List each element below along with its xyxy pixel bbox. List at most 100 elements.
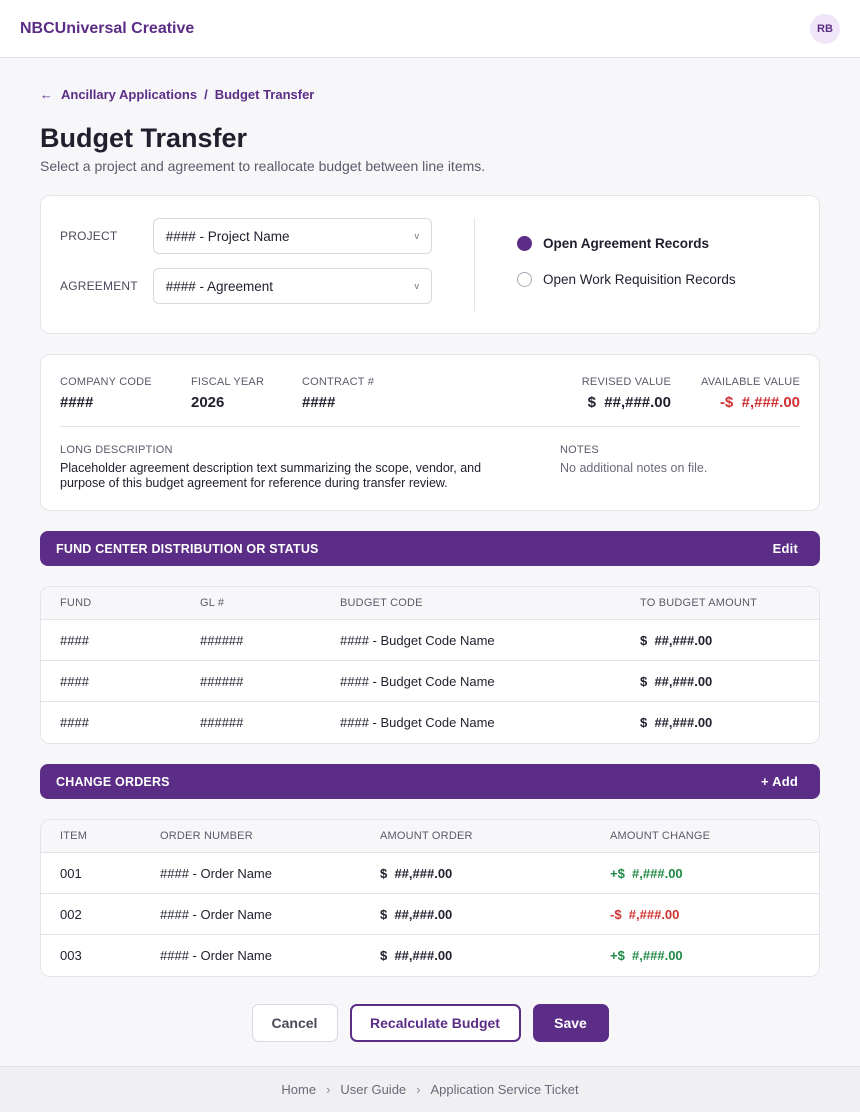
table-row[interactable]: #### ###### #### - Budget Code Name $ ##… xyxy=(41,702,819,743)
amount-change-cell: -$ #,###.00 xyxy=(610,906,680,922)
radio-unchecked-icon[interactable] xyxy=(517,271,532,287)
project-label: PROJECT xyxy=(60,229,118,243)
table-row[interactable]: 003 #### - Order Name $ ##,###.00 +$ #,#… xyxy=(41,935,819,976)
fund-cell: #### xyxy=(60,673,89,689)
top-bar: NBCUniversal Creative RB xyxy=(0,0,860,58)
amount-cell: $ ##,###.00 xyxy=(640,715,713,730)
project-select-value: #### - Project Name xyxy=(165,228,290,244)
change-orders-title: CHANGE ORDERS xyxy=(56,774,170,789)
cancel-button[interactable]: Cancel xyxy=(251,1004,338,1042)
agreement-select-value: #### - Agreement xyxy=(165,278,274,294)
breadcrumb-current: Budget Transfer xyxy=(214,86,315,102)
agreement-label: AGREEMENT xyxy=(60,279,138,293)
company-code: COMPANY CODE #### xyxy=(60,375,191,426)
table-header: FUND GL # BUDGET CODE TO BUDGET AMOUNT xyxy=(41,587,819,620)
agreement-info-card: COMPANY CODE #### FISCAL YEAR 2026 CONTR… xyxy=(40,354,820,511)
footer-breadcrumb: Home › User Guide › Application Service … xyxy=(0,1066,860,1112)
amount-order-cell: $ ##,###.00 xyxy=(380,948,453,963)
add-change-order-button[interactable]: + Add xyxy=(761,774,804,789)
notes-text: No additional notes on file. xyxy=(560,461,708,475)
table-row[interactable]: 002 #### - Order Name $ ##,###.00 -$ #,#… xyxy=(41,894,819,935)
company-code-label: COMPANY CODE xyxy=(60,376,152,388)
long-description-text: Placeholder agreement description text s… xyxy=(60,461,482,490)
fund-cell: #### xyxy=(60,632,89,648)
agreement-values-group: REVISED VALUE $ ##,###.00 AVAILABLE VALU… xyxy=(582,375,800,426)
revised-value-label: REVISED VALUE xyxy=(581,376,671,388)
contract-number: CONTRACT # #### xyxy=(302,375,374,426)
brand-logo-text[interactable]: NBCUniversal Creative xyxy=(20,20,194,38)
item-cell: 001 xyxy=(60,865,82,881)
column-header-item: ITEM xyxy=(60,830,88,842)
selector-column: PROJECT #### - Project Name v AGREEMENT … xyxy=(60,218,475,311)
change-orders-header: CHANGE ORDERS + Add xyxy=(40,764,820,799)
change-orders-table: ITEM ORDER NUMBER AMOUNT ORDER AMOUNT CH… xyxy=(40,819,820,977)
company-code-value: #### xyxy=(60,394,94,411)
available-value: AVAILABLE VALUE -$ #,###.00 xyxy=(701,375,800,426)
agreement-details-row: LONG DESCRIPTION Placeholder agreement d… xyxy=(60,443,800,491)
gl-cell: ###### xyxy=(200,673,244,689)
column-header-gl: GL # xyxy=(200,597,225,609)
notes: NOTES No additional notes on file. xyxy=(560,443,707,491)
available-value-label: AVAILABLE VALUE xyxy=(701,376,800,388)
fiscal-year-label: FISCAL YEAR xyxy=(191,376,265,388)
user-avatar[interactable]: RB xyxy=(810,13,840,44)
column-header-budget-code: BUDGET CODE xyxy=(340,597,423,609)
amount-cell: $ ##,###.00 xyxy=(640,673,713,689)
recalculate-budget-button[interactable]: Recalculate Budget xyxy=(349,1004,521,1042)
column-header-amount-change: AMOUNT CHANGE xyxy=(610,830,711,842)
amount-change-cell: +$ #,###.00 xyxy=(610,948,683,963)
budget-code-cell: #### - Budget Code Name xyxy=(340,673,495,689)
radio-checked-icon[interactable] xyxy=(517,235,532,251)
radio-open-agreement-records[interactable]: Open Agreement Records xyxy=(517,235,736,251)
gl-cell: ###### xyxy=(200,715,244,730)
column-header-order-number: ORDER NUMBER xyxy=(160,830,253,842)
footer-link-home[interactable]: Home xyxy=(281,1082,316,1097)
fund-edit-button[interactable]: Edit xyxy=(773,541,804,556)
table-row[interactable]: #### ###### #### - Budget Code Name $ ##… xyxy=(41,661,819,702)
radio-open-work-requisition-records[interactable]: Open Work Requisition Records xyxy=(517,271,736,287)
order-number-cell: #### - Order Name xyxy=(160,948,272,963)
column-header-to-budget-amount: TO BUDGET AMOUNT xyxy=(640,597,758,609)
main-content: ← Ancillary Applications / Budget Transf… xyxy=(0,86,860,1042)
chevron-down-icon: v xyxy=(414,281,420,291)
fund-section-header: FUND CENTER DISTRIBUTION OR STATUS Edit xyxy=(40,531,820,566)
agreement-ids-group: COMPANY CODE #### FISCAL YEAR 2026 CONTR… xyxy=(60,375,374,426)
save-button[interactable]: Save xyxy=(532,1004,609,1042)
footer-separator: › xyxy=(416,1082,421,1097)
long-description-label: LONG DESCRIPTION xyxy=(60,444,173,456)
radio-label: Open Agreement Records xyxy=(543,235,710,251)
agreement-select[interactable]: #### - Agreement v xyxy=(152,268,432,304)
long-description: LONG DESCRIPTION Placeholder agreement d… xyxy=(60,443,560,491)
budget-code-cell: #### - Budget Code Name xyxy=(340,715,495,730)
footer-link-user-guide[interactable]: User Guide xyxy=(340,1082,406,1097)
footer-separator: › xyxy=(326,1082,331,1097)
project-select[interactable]: #### - Project Name v xyxy=(152,218,432,254)
selection-card: PROJECT #### - Project Name v AGREEMENT … xyxy=(40,195,820,334)
table-row[interactable]: #### ###### #### - Budget Code Name $ ##… xyxy=(41,620,819,661)
project-field-row: PROJECT #### - Project Name v xyxy=(60,218,432,254)
amount-order-cell: $ ##,###.00 xyxy=(380,865,453,881)
breadcrumb: ← Ancillary Applications / Budget Transf… xyxy=(40,86,820,102)
agreement-summary-row: COMPANY CODE #### FISCAL YEAR 2026 CONTR… xyxy=(60,375,800,427)
breadcrumb-separator: / xyxy=(204,86,208,102)
item-cell: 002 xyxy=(60,906,82,922)
fund-section-title: FUND CENTER DISTRIBUTION OR STATUS xyxy=(56,541,319,556)
revised-value-amount: $ ##,###.00 xyxy=(587,394,671,411)
contract-number-label: CONTRACT # xyxy=(302,376,375,388)
available-value-amount: -$ #,###.00 xyxy=(719,394,800,411)
page-subtitle: Select a project and agreement to reallo… xyxy=(40,158,486,174)
agreement-field-row: AGREEMENT #### - Agreement v xyxy=(60,268,432,304)
form-actions: Cancel Recalculate Budget Save xyxy=(40,1004,820,1042)
revised-value: REVISED VALUE $ ##,###.00 xyxy=(582,375,671,426)
amount-change-cell: +$ #,###.00 xyxy=(610,865,683,881)
notes-label: NOTES xyxy=(560,444,599,456)
amount-order-cell: $ ##,###.00 xyxy=(380,906,453,922)
table-header: ITEM ORDER NUMBER AMOUNT ORDER AMOUNT CH… xyxy=(41,820,819,853)
breadcrumb-parent-link[interactable]: Ancillary Applications xyxy=(61,87,197,102)
radio-label: Open Work Requisition Records xyxy=(543,271,736,287)
arrow-left-icon[interactable]: ← xyxy=(40,87,53,102)
table-row[interactable]: 001 #### - Order Name $ ##,###.00 +$ #,#… xyxy=(41,853,819,894)
budget-code-cell: #### - Budget Code Name xyxy=(340,632,495,648)
footer-link-service-ticket[interactable]: Application Service Ticket xyxy=(431,1082,579,1097)
contract-number-value: #### xyxy=(302,394,336,411)
